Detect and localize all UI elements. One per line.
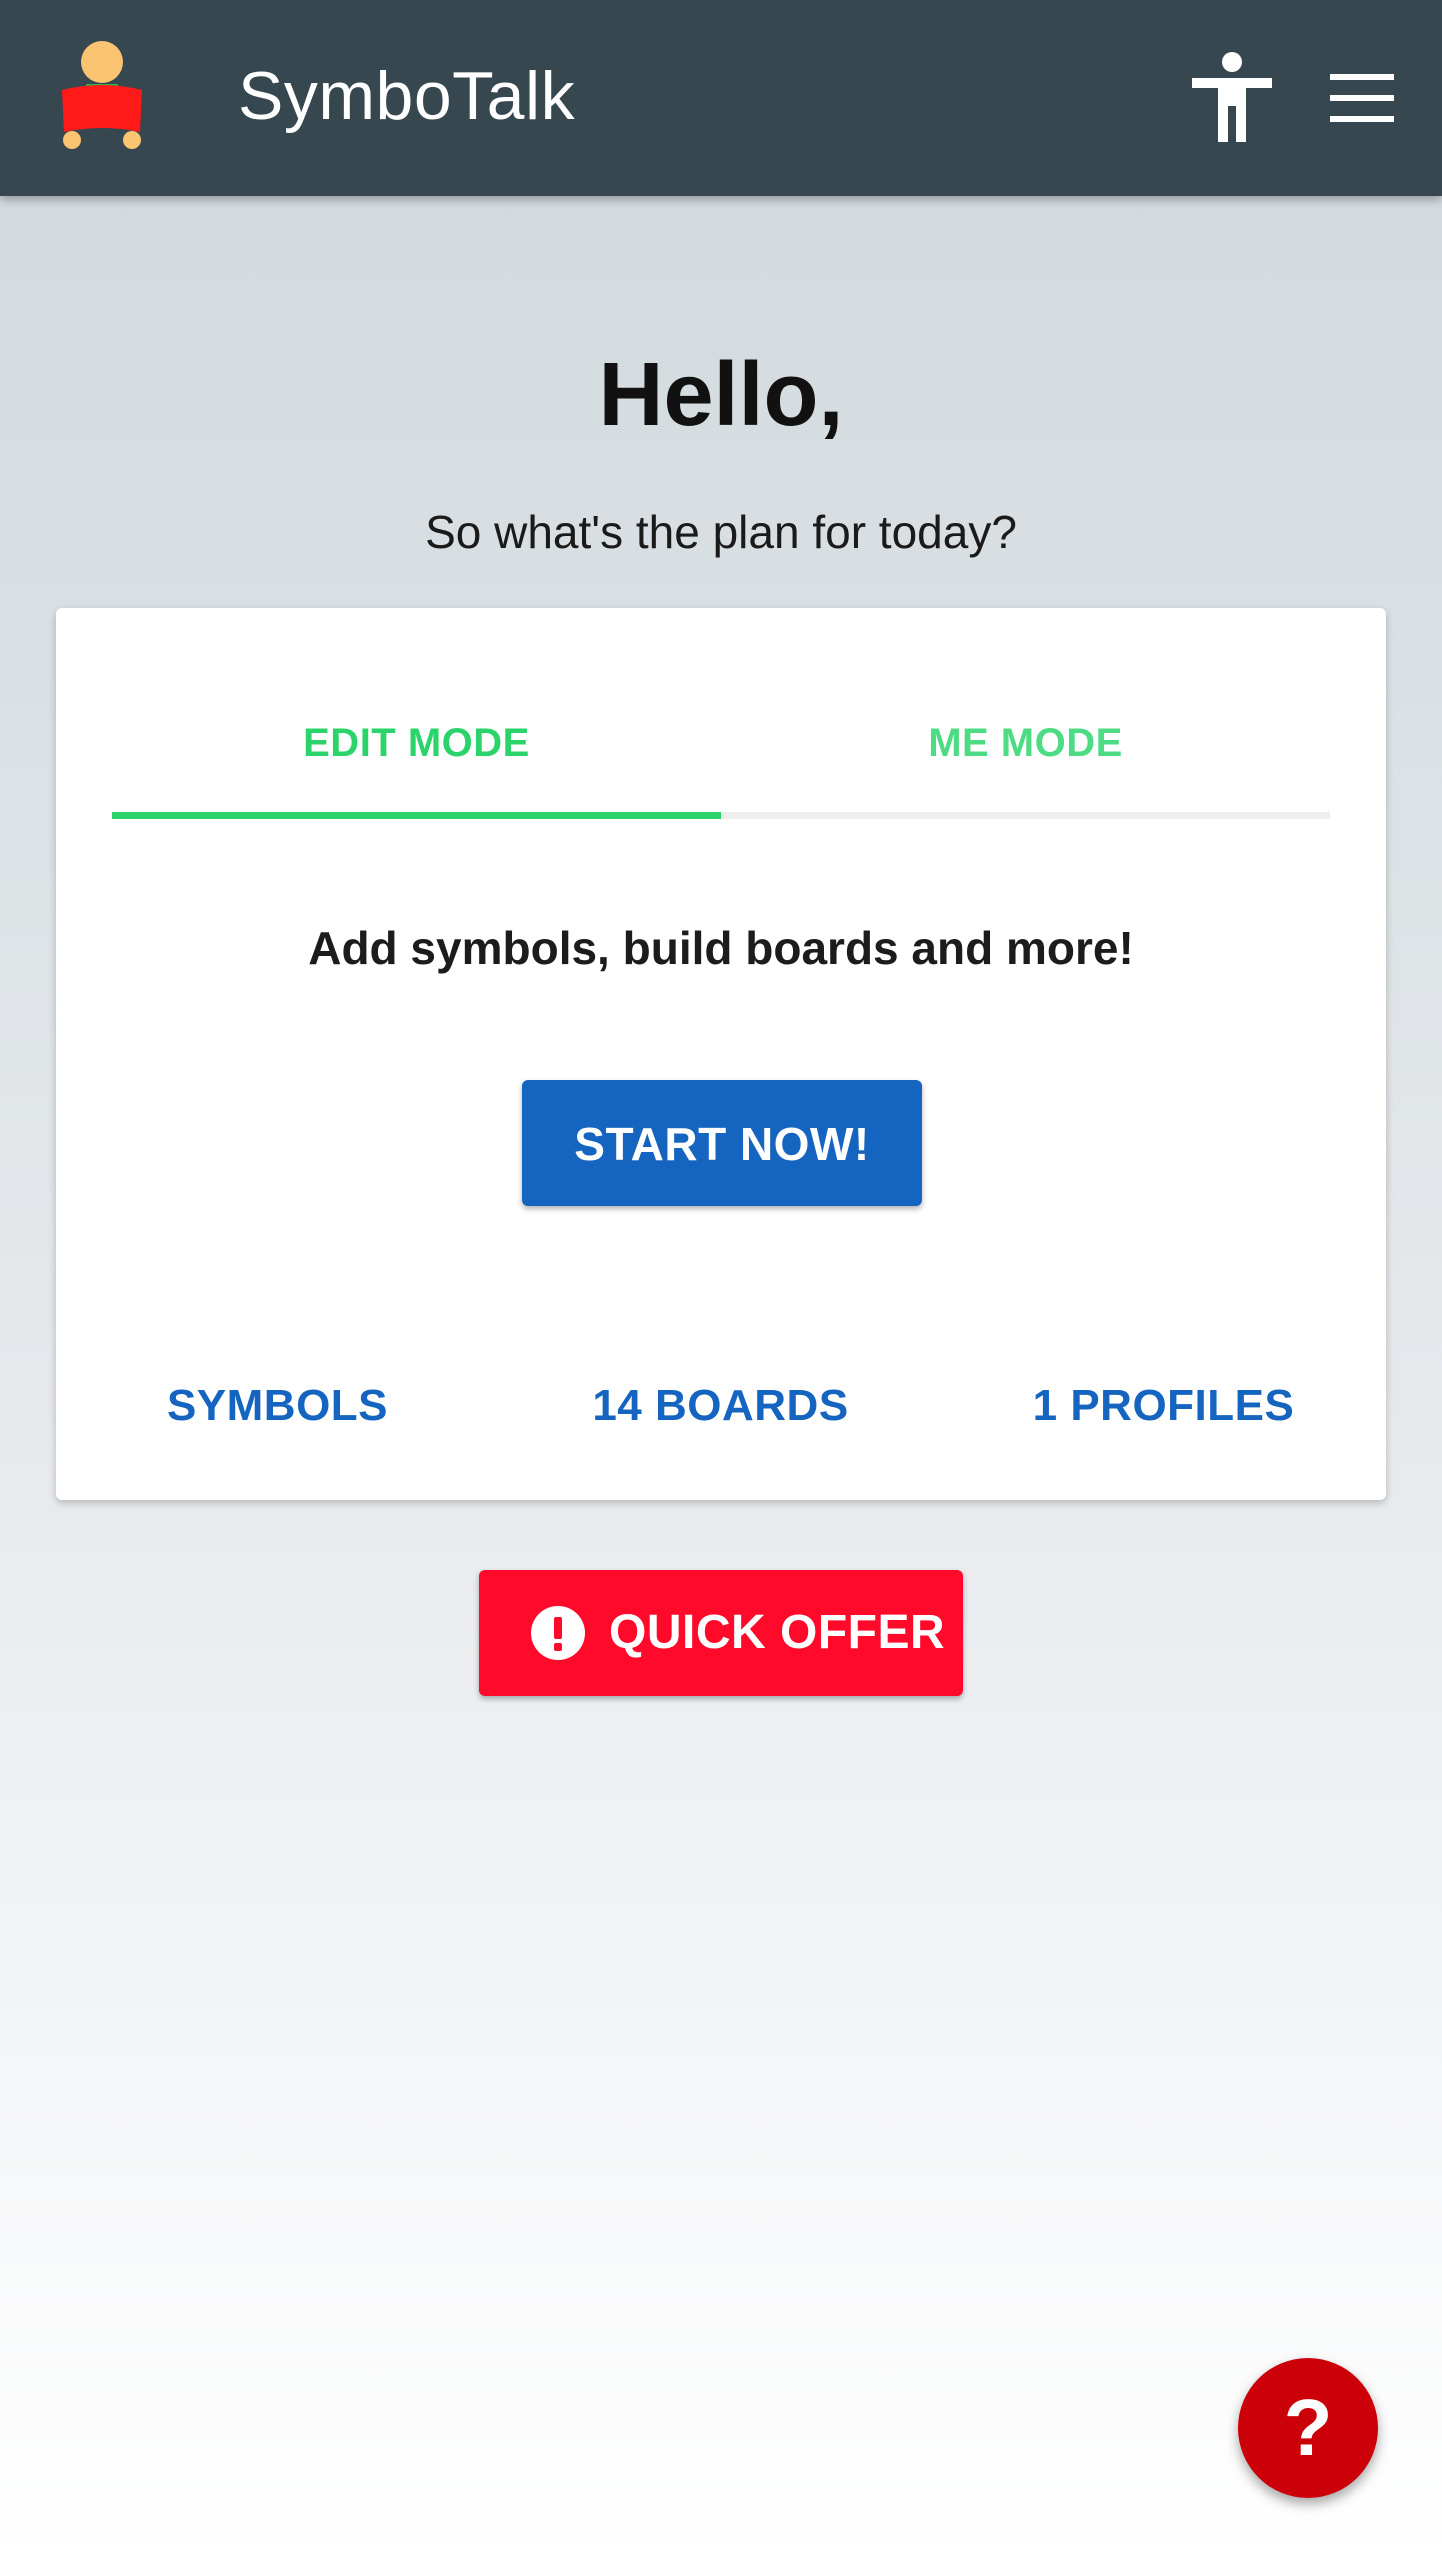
- card-headline: Add symbols, build boards and more!: [308, 922, 1134, 974]
- accessibility-button[interactable]: [1190, 52, 1274, 142]
- app-title: SymboTalk: [238, 58, 576, 134]
- alert-circle-icon: [531, 1606, 585, 1660]
- greeting-heading: Hello,: [598, 345, 844, 445]
- mode-card: EDIT MODE ME MODE Add symbols, build boa…: [56, 608, 1386, 1500]
- menu-button[interactable]: [1322, 66, 1402, 130]
- greeting-subtitle: So what's the plan for today?: [425, 506, 1017, 558]
- help-icon: ?: [1283, 2383, 1333, 2472]
- child-reading-icon: [62, 41, 142, 149]
- tab-me-mode[interactable]: ME MODE: [721, 688, 1330, 810]
- quick-offer-button[interactable]: QUICK OFFER: [479, 1570, 963, 1696]
- mode-tabs: EDIT MODE ME MODE: [112, 688, 1330, 820]
- app-bar: SymboTalk: [0, 0, 1442, 196]
- hamburger-menu-icon: [1330, 74, 1394, 122]
- help-fab-button[interactable]: ?: [1238, 2358, 1378, 2498]
- tab-edit-mode[interactable]: EDIT MODE: [112, 688, 721, 810]
- tab-active-indicator: [112, 812, 721, 819]
- accessibility-icon: [1192, 52, 1272, 142]
- profiles-link[interactable]: 1 PROFILES: [942, 1376, 1385, 1436]
- start-now-button[interactable]: START NOW!: [522, 1080, 922, 1206]
- boards-link[interactable]: 14 BOARDS: [499, 1376, 942, 1436]
- quick-offer-label: QUICK OFFER: [609, 1606, 946, 1659]
- symbols-link[interactable]: SYMBOLS: [56, 1376, 499, 1436]
